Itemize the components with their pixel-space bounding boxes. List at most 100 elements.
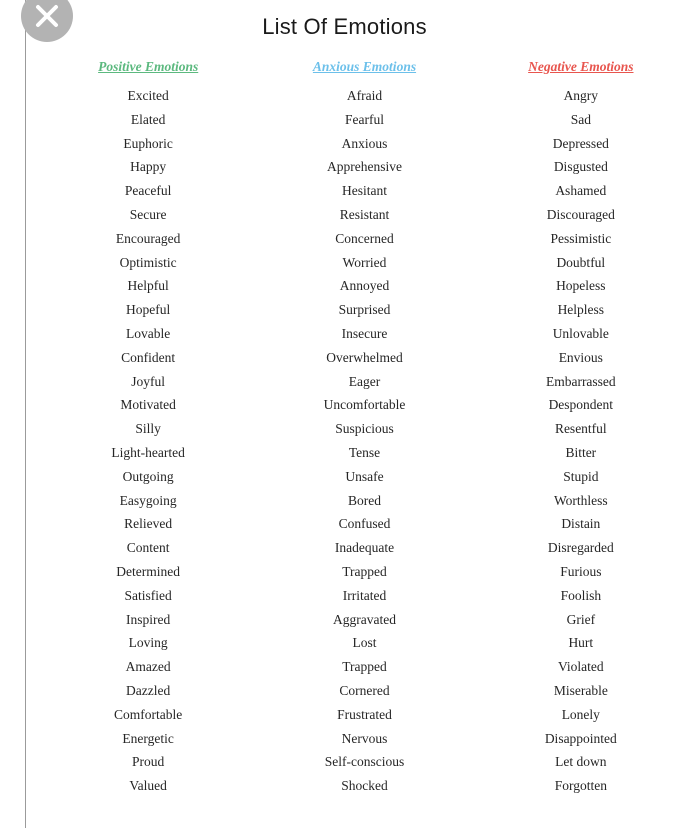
list-item: Pessimistic	[550, 230, 612, 246]
list-item: Grief	[566, 611, 596, 627]
list-item: Anxious	[341, 135, 388, 151]
list-item: Nervous	[341, 730, 388, 746]
list-item: Violated	[557, 659, 604, 675]
list-item: Resistant	[339, 206, 390, 222]
list-item: Confused	[338, 516, 391, 532]
emotions-page: List Of Emotions Positive Emotions Excit…	[0, 0, 689, 828]
list-item: Joyful	[131, 373, 166, 389]
list-item: Despondent	[548, 397, 614, 413]
list-item: Foolish	[560, 587, 602, 603]
list-item: Secure	[129, 206, 167, 222]
list-item: Valued	[129, 778, 167, 794]
list-item: Depressed	[552, 135, 609, 151]
close-x-icon	[36, 5, 58, 27]
list-item: Determined	[116, 563, 181, 579]
column-header-anxious: Anxious Emotions	[312, 59, 417, 74]
list-item: Bored	[347, 492, 381, 508]
list-item: Annoyed	[339, 278, 390, 294]
list-item: Easygoing	[119, 492, 177, 508]
list-item: Inadequate	[334, 540, 395, 556]
list-item: Disappointed	[544, 730, 617, 746]
emotion-list-positive: Excited Elated Euphoric Happy Peaceful S…	[40, 84, 256, 798]
list-item: Satisfied	[124, 587, 172, 603]
list-item: Loving	[128, 635, 168, 651]
list-item: Miserable	[553, 682, 608, 698]
list-item: Discouraged	[546, 206, 615, 222]
list-item: Amazed	[125, 659, 171, 675]
emotion-columns: Positive Emotions Excited Elated Euphori…	[40, 58, 689, 798]
list-item: Hurt	[568, 635, 594, 651]
list-item: Surprised	[338, 302, 391, 318]
list-item: Encouraged	[115, 230, 181, 246]
list-item: Happy	[130, 159, 167, 175]
list-item: Angry	[563, 88, 599, 103]
list-item: Trapped	[342, 563, 387, 579]
list-item: Disregarded	[547, 540, 614, 556]
list-item: Outgoing	[122, 468, 174, 484]
column-positive-emotions: Positive Emotions Excited Elated Euphori…	[40, 58, 256, 798]
list-item: Elated	[130, 111, 166, 127]
list-item: Forgotten	[554, 778, 607, 794]
list-item: Sad	[570, 111, 591, 127]
list-item: Suspicious	[335, 421, 394, 437]
list-item: Confident	[121, 349, 176, 365]
list-item: Hesitant	[341, 183, 387, 199]
list-item: Distain	[561, 516, 601, 532]
list-item: Excited	[127, 88, 169, 103]
list-item: Helpful	[127, 278, 169, 294]
emotion-list-negative: Angry Sad Depressed Disgusted Ashamed Di…	[473, 84, 689, 798]
list-item: Eager	[348, 373, 381, 389]
column-header-positive: Positive Emotions	[98, 59, 199, 74]
list-item: Envious	[558, 349, 603, 365]
list-item: Frustrated	[337, 706, 392, 722]
list-item: Cornered	[339, 682, 390, 698]
list-item: Unsafe	[345, 468, 384, 484]
list-item: Content	[126, 540, 170, 556]
list-item: Energetic	[122, 730, 174, 746]
list-item: Concerned	[335, 230, 394, 246]
column-negative-emotions: Negative Emotions Angry Sad Depressed Di…	[473, 58, 689, 798]
list-item: Resentful	[554, 421, 607, 437]
list-item: Shocked	[341, 778, 388, 794]
list-item: Optimistic	[119, 254, 177, 270]
list-item: Fearful	[345, 111, 384, 127]
list-item: Lovable	[126, 325, 171, 341]
column-anxious-emotions: Anxious Emotions Afraid Fearful Anxious …	[256, 58, 472, 798]
left-margin-rule	[25, 0, 26, 828]
list-item: Self-conscious	[324, 754, 405, 770]
list-item: Trapped	[342, 659, 387, 675]
list-item: Apprehensive	[327, 159, 402, 175]
list-item: Relieved	[124, 516, 173, 532]
list-item: Euphoric	[123, 135, 173, 151]
list-item: Overwhelmed	[326, 349, 403, 365]
list-item: Inspired	[126, 611, 171, 627]
list-item: Ashamed	[555, 183, 607, 199]
list-item: Silly	[135, 421, 161, 437]
list-item: Hopeful	[126, 302, 171, 318]
list-item: Hopeless	[556, 278, 606, 294]
list-item: Comfortable	[114, 706, 183, 722]
list-item: Dazzled	[126, 682, 171, 698]
list-item: Lost	[352, 635, 377, 651]
list-item: Peaceful	[124, 183, 172, 199]
close-button[interactable]	[21, 0, 73, 42]
list-item: Proud	[132, 754, 165, 770]
list-item: Disgusted	[553, 159, 608, 175]
list-item: Furious	[560, 563, 602, 579]
list-item: Light-hearted	[111, 444, 185, 460]
list-item: Aggravated	[333, 611, 396, 627]
list-item: Worried	[342, 254, 387, 270]
list-item: Unlovable	[552, 325, 609, 341]
list-item: Doubtful	[556, 254, 606, 270]
emotion-list-anxious: Afraid Fearful Anxious Apprehensive Hesi…	[256, 84, 472, 798]
list-item: Irritated	[342, 587, 387, 603]
list-item: Let down	[555, 754, 607, 770]
list-item: Motivated	[120, 397, 176, 413]
column-header-negative: Negative Emotions	[528, 59, 634, 74]
list-item: Insecure	[341, 325, 388, 341]
list-item: Lonely	[561, 706, 600, 722]
page-title: List Of Emotions	[262, 14, 427, 39]
list-item: Afraid	[346, 88, 383, 103]
list-item: Embarrassed	[545, 373, 616, 389]
list-item: Bitter	[565, 444, 597, 460]
